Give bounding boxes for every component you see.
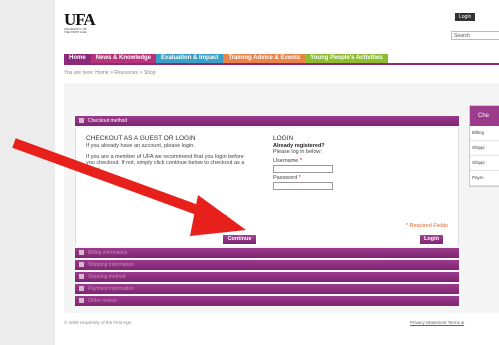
annotation-arrow-icon: [12, 138, 246, 236]
arrow-head: [190, 195, 246, 236]
arrow-shaft: [12, 138, 227, 225]
